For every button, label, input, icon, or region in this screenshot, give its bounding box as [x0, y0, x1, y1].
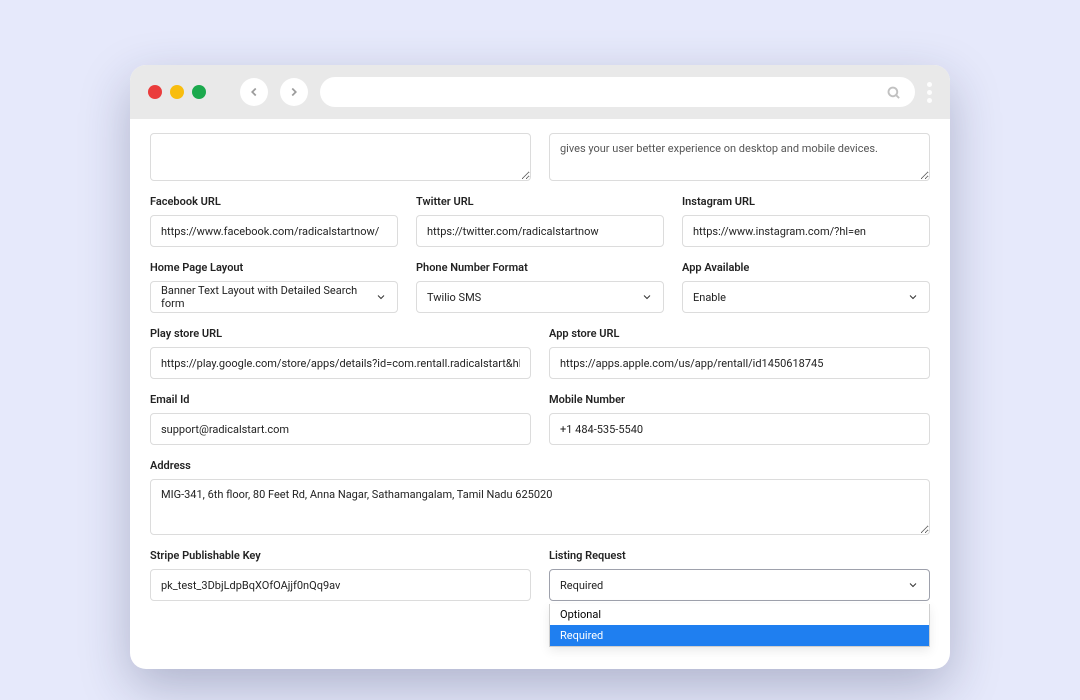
- twitter-url-input[interactable]: [416, 215, 664, 247]
- email-input[interactable]: [150, 413, 531, 445]
- titlebar: [130, 65, 950, 119]
- form-content: Facebook URL Twitter URL Instagram URL H…: [130, 119, 950, 669]
- mobile-input[interactable]: [549, 413, 930, 445]
- chevron-down-icon: [907, 579, 919, 591]
- stripe-label: Stripe Publishable Key: [150, 549, 531, 562]
- play-store-input[interactable]: [150, 347, 531, 379]
- chevron-down-icon: [641, 291, 653, 303]
- description-left-textarea[interactable]: [150, 133, 531, 181]
- forward-button[interactable]: [280, 78, 308, 106]
- description-right-textarea[interactable]: [549, 133, 930, 181]
- minimize-dot[interactable]: [170, 85, 184, 99]
- instagram-url-input[interactable]: [682, 215, 930, 247]
- browser-window: Facebook URL Twitter URL Instagram URL H…: [130, 65, 950, 669]
- mobile-label: Mobile Number: [549, 393, 930, 406]
- listing-option-optional[interactable]: Optional: [550, 604, 929, 625]
- close-dot[interactable]: [148, 85, 162, 99]
- app-store-label: App store URL: [549, 327, 930, 340]
- maximize-dot[interactable]: [192, 85, 206, 99]
- facebook-url-input[interactable]: [150, 215, 398, 247]
- url-bar[interactable]: [320, 77, 915, 107]
- email-label: Email Id: [150, 393, 531, 406]
- listing-request-dropdown: Optional Required: [549, 604, 930, 647]
- arrow-left-icon: [247, 85, 261, 99]
- homepage-layout-select[interactable]: Banner Text Layout with Detailed Search …: [150, 281, 398, 313]
- homepage-layout-value: Banner Text Layout with Detailed Search …: [161, 284, 367, 310]
- stripe-input[interactable]: [150, 569, 531, 601]
- chevron-down-icon: [375, 291, 387, 303]
- address-label: Address: [150, 459, 930, 472]
- facebook-url-label: Facebook URL: [150, 195, 398, 208]
- phonefmt-value: Twilio SMS: [427, 291, 481, 304]
- listing-option-required[interactable]: Required: [550, 625, 929, 646]
- appavail-value: Enable: [693, 291, 726, 304]
- appavail-label: App Available: [682, 261, 930, 274]
- listing-request-value: Required: [560, 579, 603, 592]
- instagram-url-label: Instagram URL: [682, 195, 930, 208]
- listing-request-label: Listing Request: [549, 549, 930, 562]
- chevron-down-icon: [907, 291, 919, 303]
- arrow-right-icon: [287, 85, 301, 99]
- phonefmt-select[interactable]: Twilio SMS: [416, 281, 664, 313]
- traffic-lights: [148, 85, 206, 99]
- twitter-url-label: Twitter URL: [416, 195, 664, 208]
- address-textarea[interactable]: [150, 479, 930, 535]
- listing-request-select[interactable]: Required: [549, 569, 930, 601]
- homepage-layout-label: Home Page Layout: [150, 261, 398, 274]
- play-store-label: Play store URL: [150, 327, 531, 340]
- app-store-input[interactable]: [549, 347, 930, 379]
- appavail-select[interactable]: Enable: [682, 281, 930, 313]
- phonefmt-label: Phone Number Format: [416, 261, 664, 274]
- back-button[interactable]: [240, 78, 268, 106]
- search-icon: [886, 85, 901, 100]
- kebab-menu-icon[interactable]: [927, 82, 932, 103]
